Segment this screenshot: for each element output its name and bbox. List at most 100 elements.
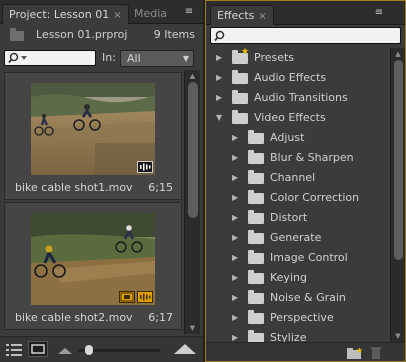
tree-item[interactable]: ▶ Generate [206,228,390,248]
tree-item[interactable]: ▶ Noise & Grain [206,288,390,308]
disclosure-expanded-icon[interactable]: ▼ [216,108,222,128]
video-track-icon [119,291,135,303]
disclosure-collapsed-icon[interactable]: ▶ [232,248,238,268]
scroll-up-arrow-icon[interactable]: ▲ [185,72,200,80]
disclosure-collapsed-icon[interactable]: ▶ [216,48,222,68]
tab-project[interactable]: Project: Lesson 01 × [2,4,129,24]
disclosure-collapsed-icon[interactable]: ▶ [232,288,238,308]
search-dropdown-icon[interactable] [8,51,30,65]
project-panel: Project: Lesson 01 × Media ≡ Lesson 01.pr… [0,0,203,362]
tree-item[interactable]: ▶ Audio Transitions [206,88,390,108]
zoom-slider-handle[interactable] [85,345,93,355]
tree-item[interactable]: ▶ Adjust [206,128,390,148]
tree-item[interactable]: ▶ Image Control [206,248,390,268]
tree-item[interactable]: ▼ Video Effects [206,108,390,128]
in-select-value: All [127,52,141,65]
tree-item-label: Noise & Grain [270,291,346,304]
folder-icon [248,130,264,144]
tree-item[interactable]: ▶ Audio Effects [206,68,390,88]
tree-item[interactable]: ▶ Stylize [206,328,390,342]
svg-text:★: ★ [356,346,363,355]
project-search-input[interactable] [4,50,96,66]
effects-scrollbar-thumb[interactable] [394,60,403,260]
clip-duration: 6;15 [148,181,173,194]
folder-icon [232,90,248,104]
tree-item-label: Generate [270,231,322,244]
project-bottom-toolbar [0,336,203,362]
disclosure-collapsed-icon[interactable]: ▶ [232,128,238,148]
zoom-slider[interactable] [78,345,160,355]
clip-thumbnail[interactable] [31,213,155,305]
folder-icon [248,150,264,164]
folder-icon [232,110,248,124]
folder-icon [232,70,248,84]
tree-item[interactable]: ▶ Distort [206,208,390,228]
scroll-up-arrow-icon[interactable]: ▲ [391,50,405,58]
panel-menu-icon[interactable]: ≡ [370,7,388,19]
tab-effects-label: Effects [217,9,255,22]
star-icon: ★ [241,48,250,57]
project-folder-icon [10,28,24,41]
folder-icon [248,310,264,324]
tree-item-label: Video Effects [254,111,326,124]
tab-effects[interactable]: Effects × [210,5,274,25]
folder-icon [248,170,264,184]
clip-name: bike cable shot2.mov [15,311,133,324]
tab-media[interactable]: Media [128,4,166,24]
list-view-icon[interactable] [6,343,22,357]
icon-view-button[interactable] [28,341,48,357]
disclosure-collapsed-icon[interactable]: ▶ [232,308,238,328]
tree-item[interactable]: ▶ Blur & Sharpen [206,148,390,168]
chevron-down-icon: ▼ [182,54,189,63]
folder-icon [248,270,264,284]
disclosure-collapsed-icon[interactable]: ▶ [216,68,222,88]
search-icon [214,30,225,42]
new-bin-icon[interactable]: ★ [346,346,364,360]
scroll-down-arrow-icon[interactable]: ▼ [391,332,405,340]
folder-icon [248,250,264,264]
tree-item[interactable]: ▶ ★ Presets [206,48,390,68]
disclosure-collapsed-icon[interactable]: ▶ [232,268,238,288]
tree-item-label: Distort [270,211,308,224]
zoom-in-icon[interactable] [174,343,196,355]
clip-item[interactable]: bike cable shot1.mov 6;15 [4,72,182,200]
tree-item-label: Keying [270,271,307,284]
disclosure-collapsed-icon[interactable]: ▶ [232,188,238,208]
disclosure-collapsed-icon[interactable]: ▶ [232,228,238,248]
disclosure-collapsed-icon[interactable]: ▶ [216,88,222,108]
folder-icon [248,330,264,342]
tab-media-label: Media [134,7,166,20]
project-info-bar: Lesson 01.prproj 9 Items [0,24,203,46]
clip-item[interactable]: bike cable shot2.mov 6;17 [4,202,182,330]
panel-menu-icon[interactable]: ≡ [180,6,198,18]
effects-tree: ▶ ★ Presets ▶ Audio Effects ▶ Audio Transition… [206,48,390,342]
tree-item-label: Adjust [270,131,305,144]
disclosure-collapsed-icon[interactable]: ▶ [232,208,238,228]
folder-icon: ★ [232,48,249,64]
audio-track-icon [137,291,153,303]
tab-close-icon[interactable]: × [258,11,266,22]
effects-scrollbar[interactable]: ▲ ▼ [390,48,405,342]
tab-close-icon[interactable]: × [113,10,121,21]
effects-search-input[interactable] [210,27,401,44]
in-select[interactable]: All ▼ [120,50,194,67]
disclosure-collapsed-icon[interactable]: ▶ [232,168,238,188]
folder-icon [248,210,264,224]
tree-item-label: Audio Effects [254,71,327,84]
audio-video-icon [137,161,153,173]
trash-icon[interactable] [370,346,382,360]
zoom-out-icon[interactable] [58,345,72,355]
tree-item[interactable]: ▶ Keying [206,268,390,288]
project-scrollbar[interactable]: ▲ ▼ [184,70,200,334]
tree-item[interactable]: ▶ Perspective [206,308,390,328]
clip-thumbnail[interactable] [31,83,155,175]
disclosure-collapsed-icon[interactable]: ▶ [232,148,238,168]
disclosure-collapsed-icon[interactable]: ▶ [232,328,238,342]
in-label: In: [102,51,116,64]
project-scrollbar-thumb[interactable] [188,82,198,218]
folder-icon [248,190,264,204]
tree-item[interactable]: ▶ Color Correction [206,188,390,208]
item-count: 9 Items [153,28,195,41]
tree-item[interactable]: ▶ Channel [206,168,390,188]
scroll-down-arrow-icon[interactable]: ▼ [185,324,200,332]
